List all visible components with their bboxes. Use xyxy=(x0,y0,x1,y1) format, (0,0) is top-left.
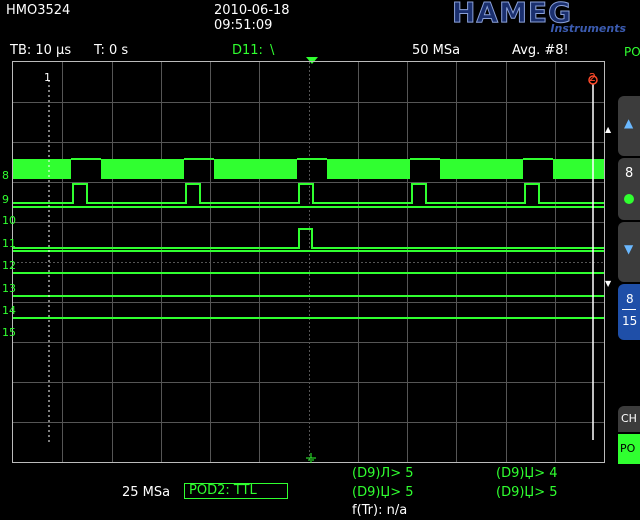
acquisition-mode: Avg. #8! xyxy=(512,43,569,58)
waveform-grid[interactable] xyxy=(12,61,605,463)
ground-marker-icon xyxy=(306,453,316,463)
channel-label-12: 12 xyxy=(2,259,16,272)
trigger-source: D11: xyxy=(232,43,263,58)
range-top: 8 xyxy=(626,292,634,306)
channel-range-button[interactable]: 8 15 xyxy=(618,284,640,340)
channel-dot-icon xyxy=(624,194,634,204)
pod-setting-box[interactable]: POD2: TTL xyxy=(184,483,288,499)
trigger-condition-1: (D9)Л> 5 xyxy=(352,466,414,481)
cursor-1-label[interactable]: 1 xyxy=(44,71,51,84)
triangle-down-icon: ▼ xyxy=(624,242,634,256)
selected-channel: 8 xyxy=(625,166,634,181)
ch8-high-block xyxy=(440,159,523,179)
channel-label-13: 13 xyxy=(2,282,16,295)
channel-label-15: 15 xyxy=(2,326,16,339)
trigger-condition-4: (D9)Џ> 5 xyxy=(496,485,558,500)
model-name: HMO3524 xyxy=(6,3,71,18)
ch11-trace xyxy=(13,228,604,249)
logo-sub: Instruments xyxy=(550,22,626,35)
pod-mode-button[interactable]: PO xyxy=(618,434,640,464)
triangle-up-icon: ▲ xyxy=(624,116,634,130)
channel-label-10: 10 xyxy=(2,214,16,227)
range-divider xyxy=(622,309,636,310)
ch9-trace xyxy=(13,183,604,204)
grid-lines xyxy=(13,62,604,462)
time: 09:51:09 xyxy=(214,18,273,33)
ch8-high-block xyxy=(214,159,297,179)
channel-label-11: 11 xyxy=(2,237,16,250)
ch8-high-block xyxy=(553,159,604,179)
channel-select-button[interactable]: 8 xyxy=(618,158,640,220)
waveform-plot xyxy=(13,62,604,462)
trigger-condition-3: (D9)Џ> 4 xyxy=(496,466,558,481)
ch-button[interactable]: CH xyxy=(618,406,640,432)
channel-label-14: 14 xyxy=(2,304,16,317)
scroll-down-small-icon: ▼ xyxy=(605,279,612,288)
sample-rate: 50 MSa xyxy=(412,43,461,58)
trigger-time: T: 0 s xyxy=(94,43,129,58)
hameg-logo: HAMEG Instruments xyxy=(451,0,630,36)
pod-up-button[interactable]: ▲ xyxy=(618,96,640,156)
ch8-high-block xyxy=(101,159,184,179)
channel-label-8: 8 xyxy=(2,169,9,182)
scroll-up-small-icon: ▲ xyxy=(605,125,612,134)
ch8-high-block xyxy=(13,159,71,179)
trigger-condition-2: (D9)Џ> 5 xyxy=(352,485,414,500)
channel-label-9: 9 xyxy=(2,193,9,206)
timebase: TB: 10 µs xyxy=(10,43,72,58)
pod-label: POD2 xyxy=(624,45,640,59)
date: 2010-06-18 xyxy=(214,3,290,18)
pod-down-button[interactable]: ▼ xyxy=(618,222,640,282)
cursor-2-label[interactable]: 2 xyxy=(589,71,596,84)
cursors xyxy=(48,75,598,442)
trigger-frequency: f(Tr): n/a xyxy=(352,503,408,518)
ch-label: CH xyxy=(621,412,637,425)
ch8-high-block xyxy=(327,159,410,179)
trigger-slope-icon: \ xyxy=(270,43,275,58)
oscilloscope-screen: HMO3524 2010-06-18 09:51:09 HAMEG Instru… xyxy=(0,0,640,520)
po-label: PO xyxy=(620,442,636,455)
range-bottom: 15 xyxy=(622,314,638,328)
footer-sample-rate: 25 MSa xyxy=(122,485,171,500)
